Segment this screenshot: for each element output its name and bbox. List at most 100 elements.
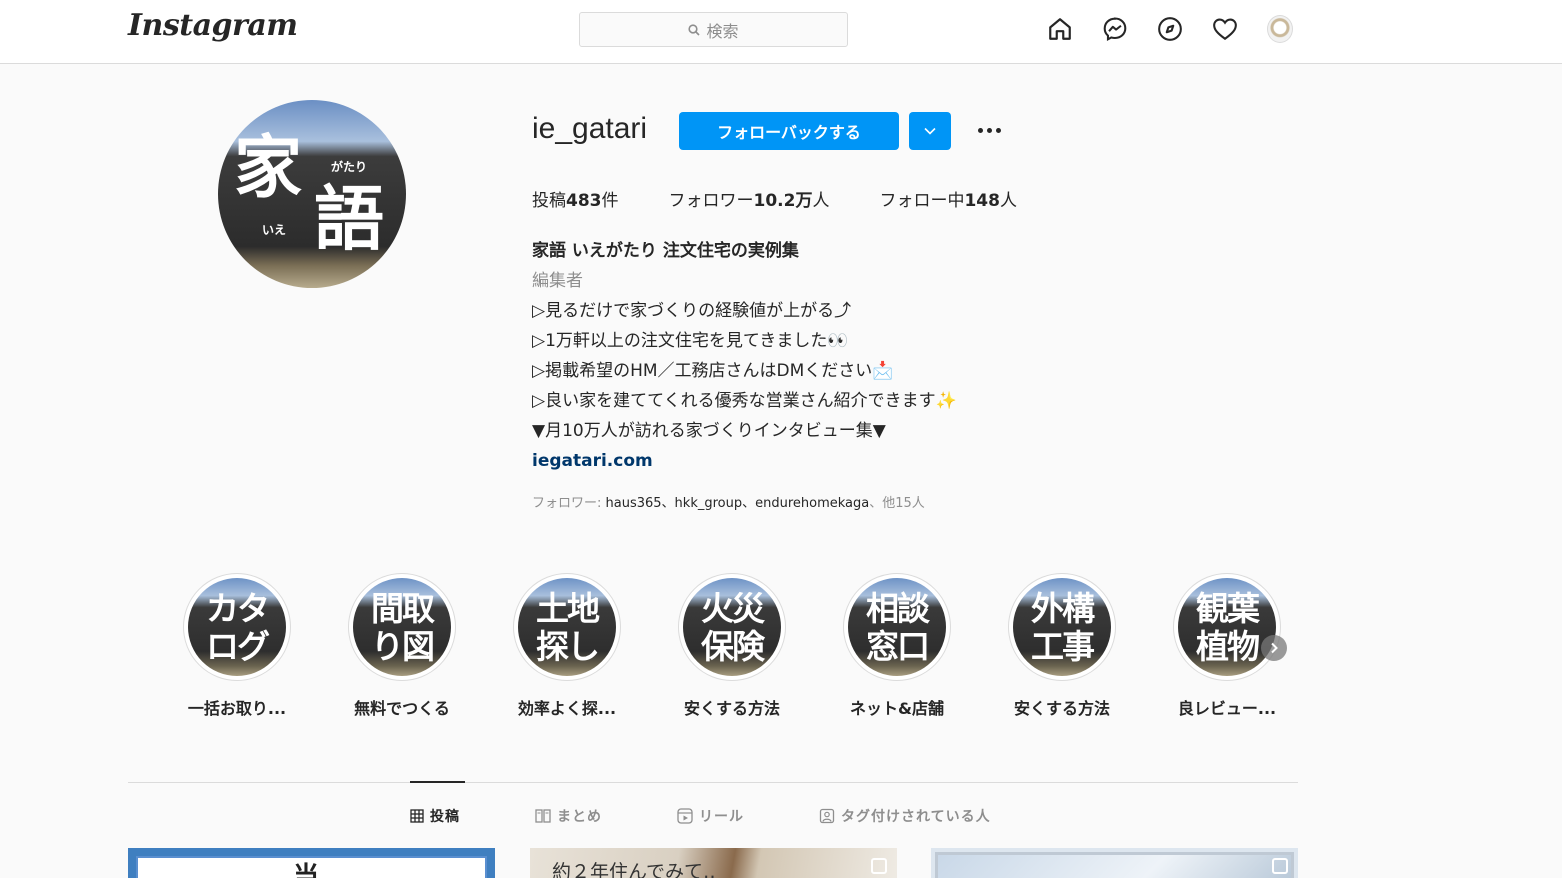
guide-icon — [535, 809, 551, 823]
explore-icon[interactable] — [1157, 14, 1183, 44]
tab-tagged[interactable]: タグ付けされている人 — [819, 806, 991, 826]
search-icon — [688, 23, 701, 36]
post-frame — [935, 852, 1294, 878]
bio-line: ▷良い家を建ててくれる優秀な営業さん紹介できます✨ — [532, 391, 957, 411]
tab-guides[interactable]: まとめ — [535, 806, 602, 826]
tagged-icon — [819, 808, 835, 824]
highlights-next-button[interactable] — [1261, 635, 1287, 661]
post-thumbnail[interactable]: 約２年住んでみて‥ — [530, 848, 897, 878]
highlight-item[interactable]: 外構 工事 安くする方法 — [1008, 573, 1173, 719]
highlight-cover: 観葉 植物 — [1178, 578, 1276, 676]
messenger-icon[interactable] — [1102, 14, 1128, 44]
reels-icon — [677, 808, 693, 824]
stat-followers-suffix: 人 — [812, 191, 830, 211]
tab-reels-label: リール — [699, 809, 744, 825]
top-navigation-bar: Instagram 検索 — [0, 0, 1562, 64]
avatar-kanji-2: 語 — [314, 177, 384, 260]
highlight-cover-text: 土地 探し — [536, 589, 600, 666]
avatar-kanji-1: 家 — [234, 128, 303, 208]
search-placeholder: 検索 — [706, 21, 739, 41]
bio-website-link[interactable]: iegatari.com — [532, 446, 1152, 476]
carousel-icon — [469, 858, 485, 874]
highlight-cover: 間取 り図 — [353, 578, 451, 676]
highlight-cover: 相談 窓口 — [848, 578, 946, 676]
follow-back-button[interactable]: フォローバックする — [679, 112, 899, 150]
nav-icons — [1047, 14, 1293, 44]
highlight-cover: 外構 工事 — [1013, 578, 1111, 676]
active-tab-indicator — [410, 781, 465, 783]
instagram-logo[interactable]: Instagram — [128, 8, 298, 43]
profile-tabs: 投稿 まとめ リール タグ付けされている人 — [410, 806, 1066, 826]
highlight-label: 効率よく探... — [517, 699, 617, 718]
chevron-right-icon — [1271, 642, 1278, 654]
bio-line: ▷見るだけで家づくりの経験値が上がる⤴︎ — [532, 301, 852, 321]
followed-by[interactable]: フォロワー: haus365、hkk_group、endurehomekaga、… — [532, 492, 925, 511]
post-thumbnail[interactable] — [931, 848, 1298, 878]
carousel-icon — [1272, 858, 1288, 874]
highlight-item[interactable]: カタ ログ 一括お取り... — [183, 573, 348, 719]
more-options-icon[interactable] — [975, 119, 1003, 141]
stat-following-suffix: 人 — [999, 191, 1017, 211]
highlight-label: 安くする方法 — [1013, 699, 1110, 718]
highlight-label: 無料でつくる — [354, 699, 450, 718]
highlight-cover-text: 間取 り図 — [371, 589, 435, 666]
story-highlights: カタ ログ 一括お取り... 間取 り図 無料でつくる 土地 探し 効率よく探.… — [183, 573, 1338, 719]
tab-guides-label: まとめ — [557, 809, 602, 825]
carousel-icon — [871, 858, 887, 874]
bio-full-name: 家語 いえがたり 注文住宅の実例集 — [532, 241, 799, 261]
search-input[interactable]: 検索 — [579, 12, 848, 47]
chevron-down-icon — [924, 127, 936, 135]
stat-following[interactable]: フォロー中148人 — [879, 186, 1017, 211]
bio-line: ▼月10万人が訪れる家づくりインタビュー集▼ — [532, 421, 886, 441]
home-icon[interactable] — [1047, 14, 1073, 44]
highlight-item[interactable]: 観葉 植物 良レビュー... — [1173, 573, 1338, 719]
highlight-cover: カタ ログ — [188, 578, 286, 676]
highlight-item[interactable]: 間取 り図 無料でつくる — [348, 573, 513, 719]
stat-followers-label: フォロワー — [668, 191, 754, 211]
highlight-ring: 相談 窓口 — [843, 573, 951, 681]
bio-category: 編集者 — [532, 271, 583, 291]
followed-by-prefix: フォロワー: — [532, 496, 606, 511]
profile-avatar[interactable] — [1267, 14, 1293, 44]
profile-stats: 投稿483件 フォロワー10.2万人 フォロー中148人 — [532, 186, 1067, 211]
highlight-label: 安くする方法 — [683, 699, 780, 718]
followed-by-suffix: 、他15人 — [869, 496, 925, 511]
highlight-ring: 土地 探し — [513, 573, 621, 681]
tab-posts-label: 投稿 — [430, 809, 460, 825]
grid-icon — [410, 809, 424, 823]
stat-followers[interactable]: フォロワー10.2万人 — [669, 186, 830, 211]
highlight-item[interactable]: 土地 探し 効率よく探... — [513, 573, 678, 719]
stat-following-value: 148 — [964, 191, 1000, 211]
profile-picture[interactable]: 家 がたり いえ 語 — [218, 100, 406, 288]
tab-posts[interactable]: 投稿 — [410, 806, 460, 826]
stat-posts-suffix: 件 — [601, 191, 619, 211]
post-thumbnail[interactable]: 当 — [128, 848, 495, 878]
highlight-item[interactable]: 火災 保険 安くする方法 — [678, 573, 843, 719]
post-thumbnail-text: 当 — [293, 862, 320, 878]
highlight-ring: 火災 保険 — [678, 573, 786, 681]
profile-bio: 家語 いえがたり 注文住宅の実例集 編集者 ▷見るだけで家づくりの経験値が上がる… — [532, 236, 1152, 476]
avatar-ruby-2: いえ — [262, 223, 287, 237]
stat-posts-value: 483 — [566, 191, 602, 211]
avatar — [1267, 15, 1293, 43]
highlight-cover-text: 外構 工事 — [1031, 589, 1095, 666]
stat-following-label: フォロー中 — [879, 191, 965, 211]
tab-reels[interactable]: リール — [677, 806, 744, 826]
highlight-cover: 土地 探し — [518, 578, 616, 676]
highlight-cover-text: 火災 保険 — [701, 589, 765, 666]
highlight-ring: 観葉 植物 — [1173, 573, 1281, 681]
highlight-label: 良レビュー... — [1177, 699, 1277, 718]
stat-posts-label: 投稿 — [532, 191, 566, 211]
profile-username: ie_gatari — [532, 112, 648, 145]
highlight-item[interactable]: 相談 窓口 ネット&店舗 — [843, 573, 1008, 719]
highlight-cover-text: 相談 窓口 — [866, 589, 930, 666]
bio-line: ▷掲載希望のHM／工務店さんはDMください📩 — [532, 361, 894, 381]
highlight-cover-text: カタ ログ — [206, 589, 270, 666]
post-thumbnail-text: 約２年住んでみて‥ — [552, 861, 716, 878]
tab-tagged-label: タグ付けされている人 — [841, 809, 991, 825]
heart-icon[interactable] — [1212, 14, 1238, 44]
highlight-ring: 外構 工事 — [1008, 573, 1116, 681]
suggested-accounts-button[interactable] — [909, 112, 951, 150]
stat-followers-value: 10.2万 — [753, 191, 813, 211]
highlight-label: 一括お取り... — [187, 699, 287, 718]
